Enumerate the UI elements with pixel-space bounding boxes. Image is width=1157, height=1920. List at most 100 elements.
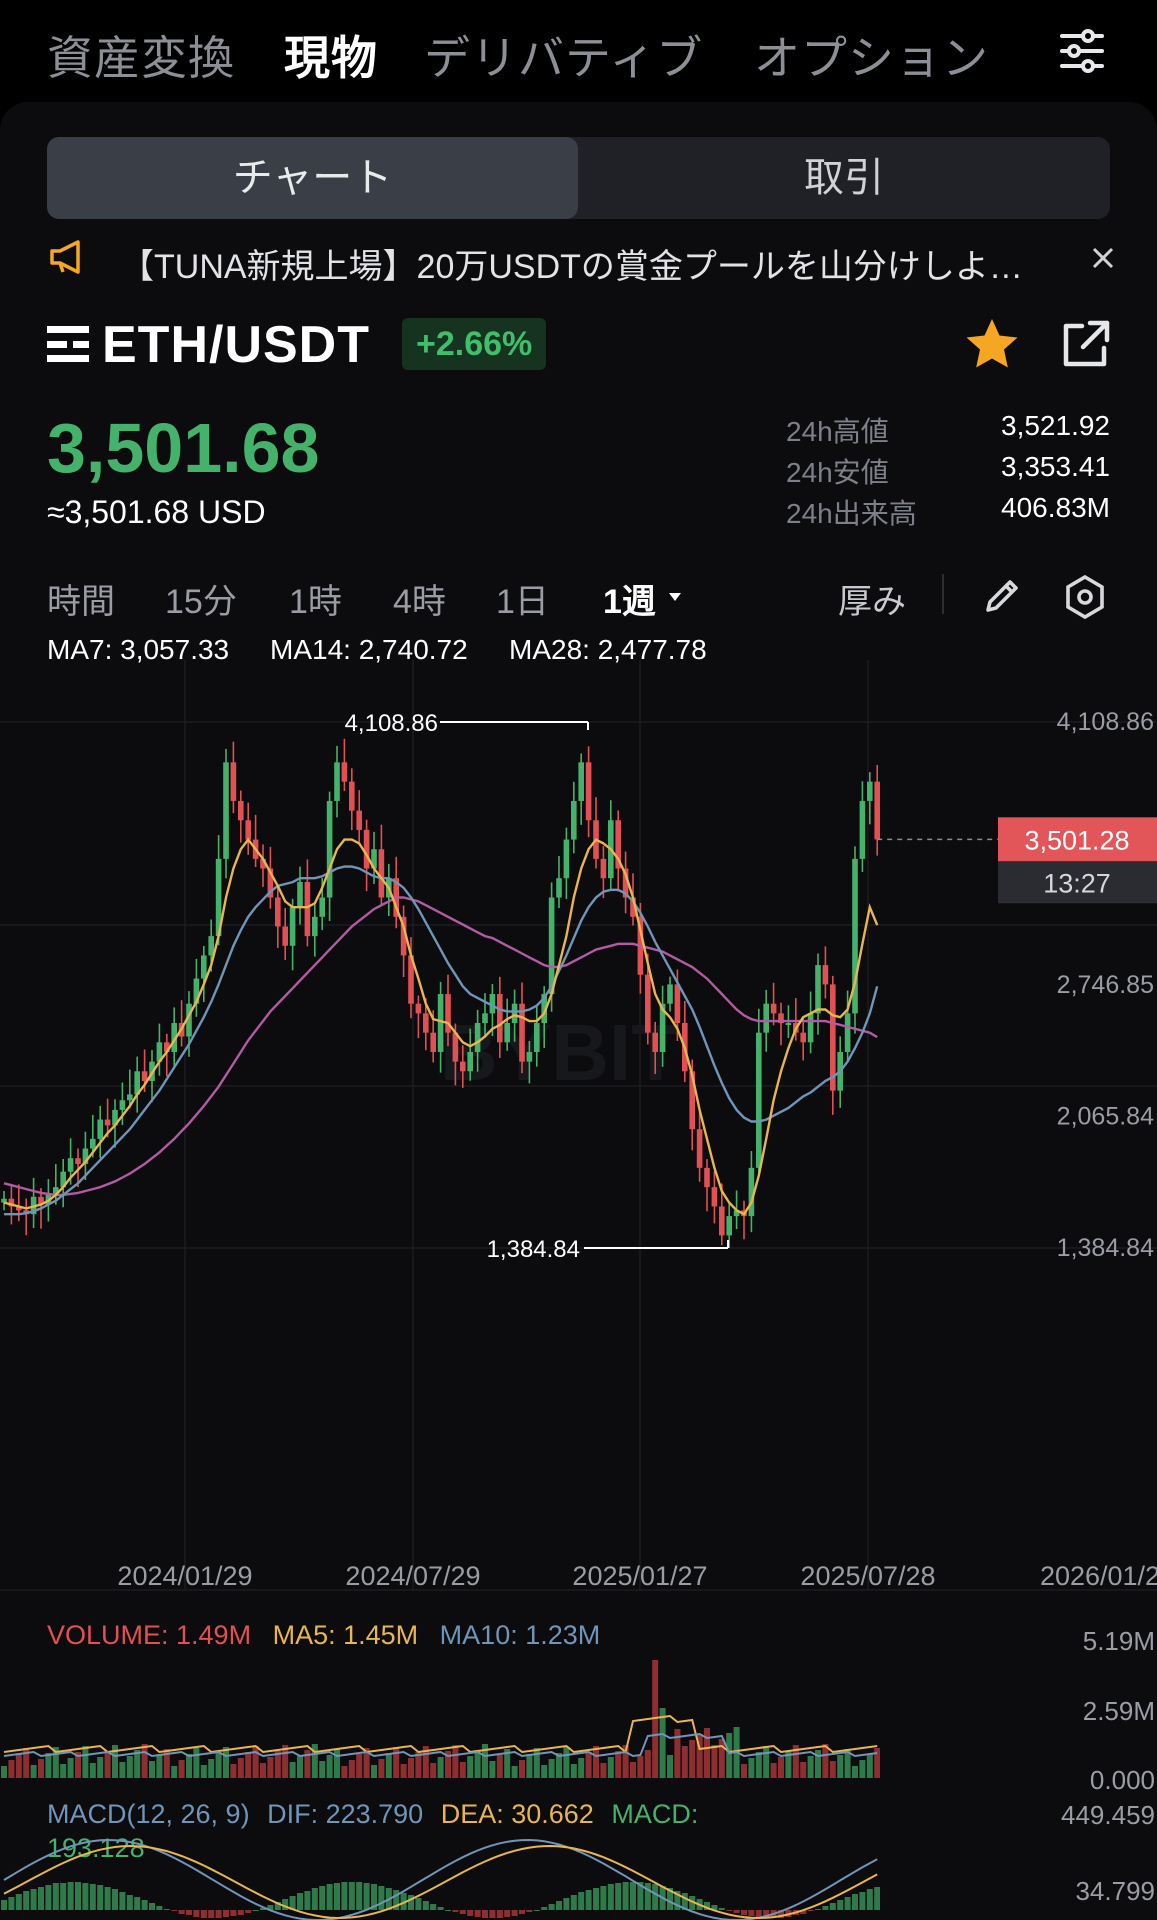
macd-axis-bottom: 34.799 (1075, 1876, 1155, 1906)
macd-bar (852, 1894, 858, 1910)
candle-body (319, 897, 325, 917)
candle-body (504, 1023, 510, 1043)
tab-trade[interactable]: 取引 (578, 137, 1110, 219)
macd-bar (585, 1890, 592, 1910)
tab-derivatives[interactable]: デリバティブ (424, 22, 703, 88)
tab-chart[interactable]: チャート (47, 137, 578, 219)
volume-bar (807, 1756, 814, 1778)
volume-bar (341, 1766, 348, 1778)
depth-toggle[interactable]: 厚み (838, 574, 906, 623)
volume-bar (193, 1748, 200, 1778)
star-icon[interactable] (963, 316, 1021, 372)
x-axis-label: 2025/07/28 (800, 1561, 935, 1591)
chart-trade-switch: チャート 取引 (47, 137, 1110, 219)
volume-bar (548, 1759, 555, 1778)
candle-body (645, 974, 651, 1033)
timeframe-time[interactable]: 時間 (47, 574, 115, 623)
candle-body (652, 1032, 658, 1052)
macd-bar (186, 1910, 192, 1915)
volume-bar (829, 1761, 836, 1778)
macd-bar (408, 1895, 414, 1910)
candle-body (238, 800, 244, 821)
volume-chart[interactable] (0, 1640, 880, 1780)
macd-bar (430, 1904, 437, 1910)
candle-body (726, 1216, 732, 1236)
timeframe-1h[interactable]: 1時 (289, 574, 342, 623)
trading-pair[interactable]: ETH/USDT (102, 315, 370, 375)
candle-body (467, 1051, 473, 1072)
volume-bar (208, 1759, 215, 1778)
settings-sliders-icon[interactable] (1058, 28, 1106, 74)
tab-options[interactable]: オプション (754, 22, 989, 88)
volume-bar (15, 1754, 22, 1778)
candle-body (770, 1003, 777, 1014)
macd-bar (237, 1910, 244, 1915)
share-external-icon[interactable] (1058, 318, 1112, 370)
macd-bar (837, 1900, 844, 1910)
volume-bar (748, 1758, 755, 1778)
macd-bar (815, 1909, 821, 1910)
candle-body (534, 1023, 540, 1052)
volume-bar (837, 1755, 844, 1778)
volume-bar (852, 1766, 858, 1778)
volume-bar (97, 1757, 104, 1778)
volume-bar (30, 1765, 37, 1778)
macd-bar (822, 1906, 829, 1910)
candle-body (696, 1129, 703, 1168)
macd-bar (326, 1884, 333, 1910)
y-axis-label: 4,108.86 (1057, 708, 1154, 736)
macd-bar (533, 1910, 540, 1911)
volume-bar (237, 1758, 244, 1778)
macd-bar (844, 1897, 851, 1910)
change-badge: +2.66% (402, 318, 547, 370)
volume-bar (378, 1759, 385, 1778)
macd-bar (304, 1891, 311, 1910)
x-axis-label: 2025/01/27 (572, 1561, 707, 1591)
candle-body (460, 1061, 466, 1072)
close-icon[interactable] (1092, 247, 1114, 269)
settings-hex-icon[interactable] (1062, 574, 1108, 620)
price-chart[interactable]: BYBIT 4,108.86 1,384.84 4,108.86 2,746.85 2,0… (0, 660, 1157, 1600)
x-axis-label: 2024/01/29 (117, 1561, 252, 1591)
timeframe-4h[interactable]: 4時 (393, 574, 446, 623)
tab-asset-convert[interactable]: 資産変換 (47, 22, 235, 88)
macd-bar (422, 1901, 429, 1910)
watermark: BYBIT (440, 1008, 680, 1097)
candle-body (511, 1003, 518, 1024)
announcement-bar[interactable]: 【TUNA新規上場】20万USDTの賞金プールを山分けしよ… (0, 235, 1157, 286)
macd-bar (193, 1910, 200, 1917)
macd-bar (341, 1882, 348, 1910)
volume-bar (600, 1763, 607, 1778)
macd-bar (630, 1882, 636, 1910)
volume-bar (289, 1762, 296, 1778)
macd-bar (519, 1910, 525, 1914)
macd-bar (89, 1884, 96, 1910)
volume-bar (637, 1756, 644, 1778)
macd-bar (97, 1885, 104, 1910)
timeframe-15m[interactable]: 15分 (165, 574, 237, 623)
candle-body (423, 1013, 429, 1033)
candle-body (104, 1119, 111, 1126)
macd-bar (563, 1898, 570, 1910)
volume-bar (585, 1752, 592, 1778)
announcement-text: 【TUNA新規上場】20万USDTの賞金プールを山分けしよ… (120, 248, 1023, 286)
caret-down-icon[interactable] (668, 592, 682, 602)
macd-chart[interactable] (0, 1810, 880, 1920)
volume-bar (718, 1739, 725, 1778)
candle-body (704, 1167, 710, 1188)
volume-bar (149, 1761, 155, 1778)
macd-bar (378, 1886, 385, 1910)
stat-high-value: 3,521.92 (1001, 410, 1110, 441)
menu-list-icon[interactable] (47, 324, 89, 364)
timeframe-1d[interactable]: 1日 (496, 574, 549, 623)
volume-bar (519, 1760, 525, 1778)
volume-bar (689, 1740, 696, 1778)
pencil-draw-icon[interactable] (980, 574, 1024, 618)
volume-bar (778, 1757, 784, 1778)
macd-bar (652, 1884, 659, 1910)
candle-body (208, 936, 214, 956)
candle-body (667, 984, 673, 1004)
macd-bar (593, 1888, 599, 1910)
tab-spot[interactable]: 現物 (284, 22, 378, 88)
timeframe-1w[interactable]: 1週 (603, 574, 656, 623)
